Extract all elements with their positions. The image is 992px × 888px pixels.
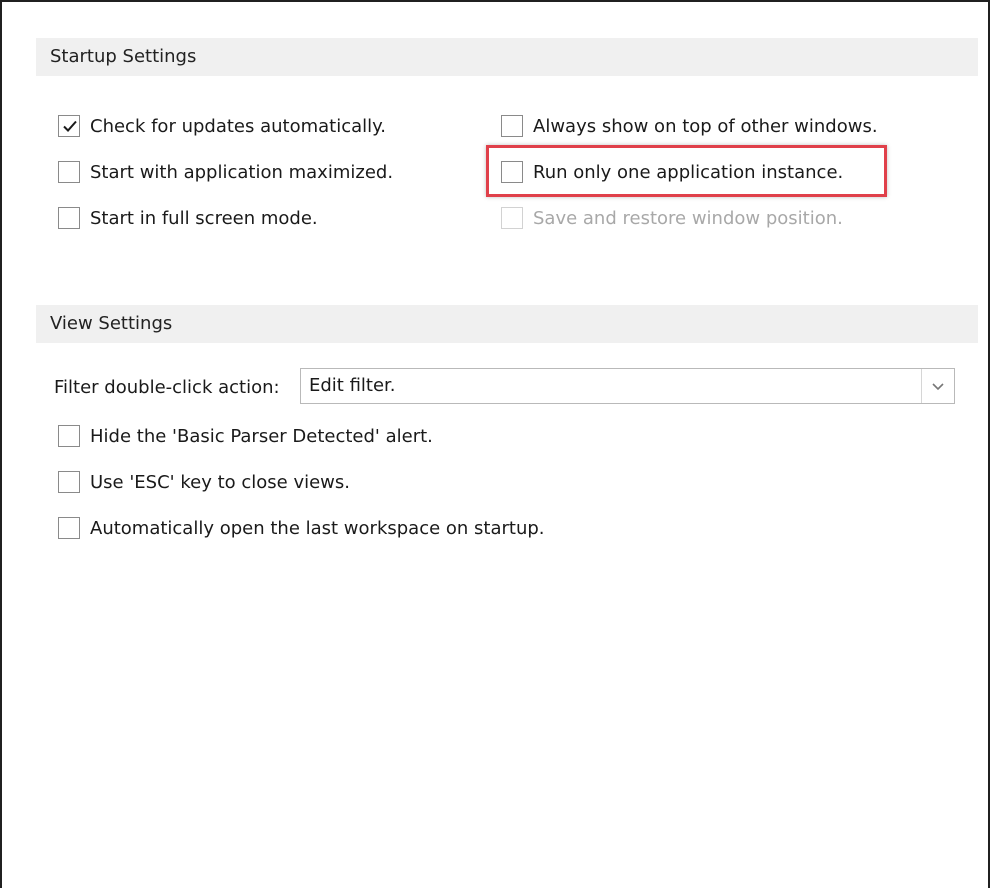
restore-position-label: Save and restore window position. bbox=[533, 207, 843, 229]
start-maximized-option[interactable]: Start with application maximized. bbox=[58, 158, 393, 186]
open-last-workspace-option[interactable]: Automatically open the last workspace on… bbox=[58, 514, 545, 542]
always-on-top-option[interactable]: Always show on top of other windows. bbox=[501, 112, 878, 140]
esc-close-label: Use 'ESC' key to close views. bbox=[90, 471, 350, 493]
hide-parser-alert-checkbox[interactable] bbox=[58, 425, 80, 447]
check-updates-option[interactable]: Check for updates automatically. bbox=[58, 112, 386, 140]
view-settings-header: View Settings bbox=[36, 305, 978, 343]
full-screen-checkbox[interactable] bbox=[58, 207, 80, 229]
open-last-workspace-checkbox[interactable] bbox=[58, 517, 80, 539]
filter-action-select[interactable]: Edit filter. bbox=[300, 368, 955, 404]
restore-position-checkbox bbox=[501, 207, 523, 229]
always-on-top-label: Always show on top of other windows. bbox=[533, 115, 878, 137]
open-last-workspace-label: Automatically open the last workspace on… bbox=[90, 517, 545, 539]
hide-parser-alert-label: Hide the 'Basic Parser Detected' alert. bbox=[90, 425, 433, 447]
restore-position-option: Save and restore window position. bbox=[501, 204, 843, 232]
filter-action-value: Edit filter. bbox=[309, 375, 396, 396]
check-updates-checkbox[interactable] bbox=[58, 115, 80, 137]
start-maximized-checkbox[interactable] bbox=[58, 161, 80, 183]
hide-parser-alert-option[interactable]: Hide the 'Basic Parser Detected' alert. bbox=[58, 422, 433, 450]
highlight-box bbox=[486, 145, 887, 197]
startup-settings-header: Startup Settings bbox=[36, 38, 978, 76]
filter-action-label: Filter double-click action: bbox=[54, 377, 280, 398]
start-maximized-label: Start with application maximized. bbox=[90, 161, 394, 183]
settings-panel: Startup Settings Check for updates autom… bbox=[0, 0, 990, 888]
checkmark-icon bbox=[63, 120, 77, 132]
check-updates-label: Check for updates automatically. bbox=[90, 115, 386, 137]
always-on-top-checkbox[interactable] bbox=[501, 115, 523, 137]
full-screen-label: Start in full screen mode. bbox=[90, 207, 318, 229]
dropdown-button[interactable] bbox=[921, 369, 954, 403]
full-screen-option[interactable]: Start in full screen mode. bbox=[58, 204, 318, 232]
chevron-down-icon bbox=[932, 383, 944, 391]
esc-close-option[interactable]: Use 'ESC' key to close views. bbox=[58, 468, 350, 496]
esc-close-checkbox[interactable] bbox=[58, 471, 80, 493]
